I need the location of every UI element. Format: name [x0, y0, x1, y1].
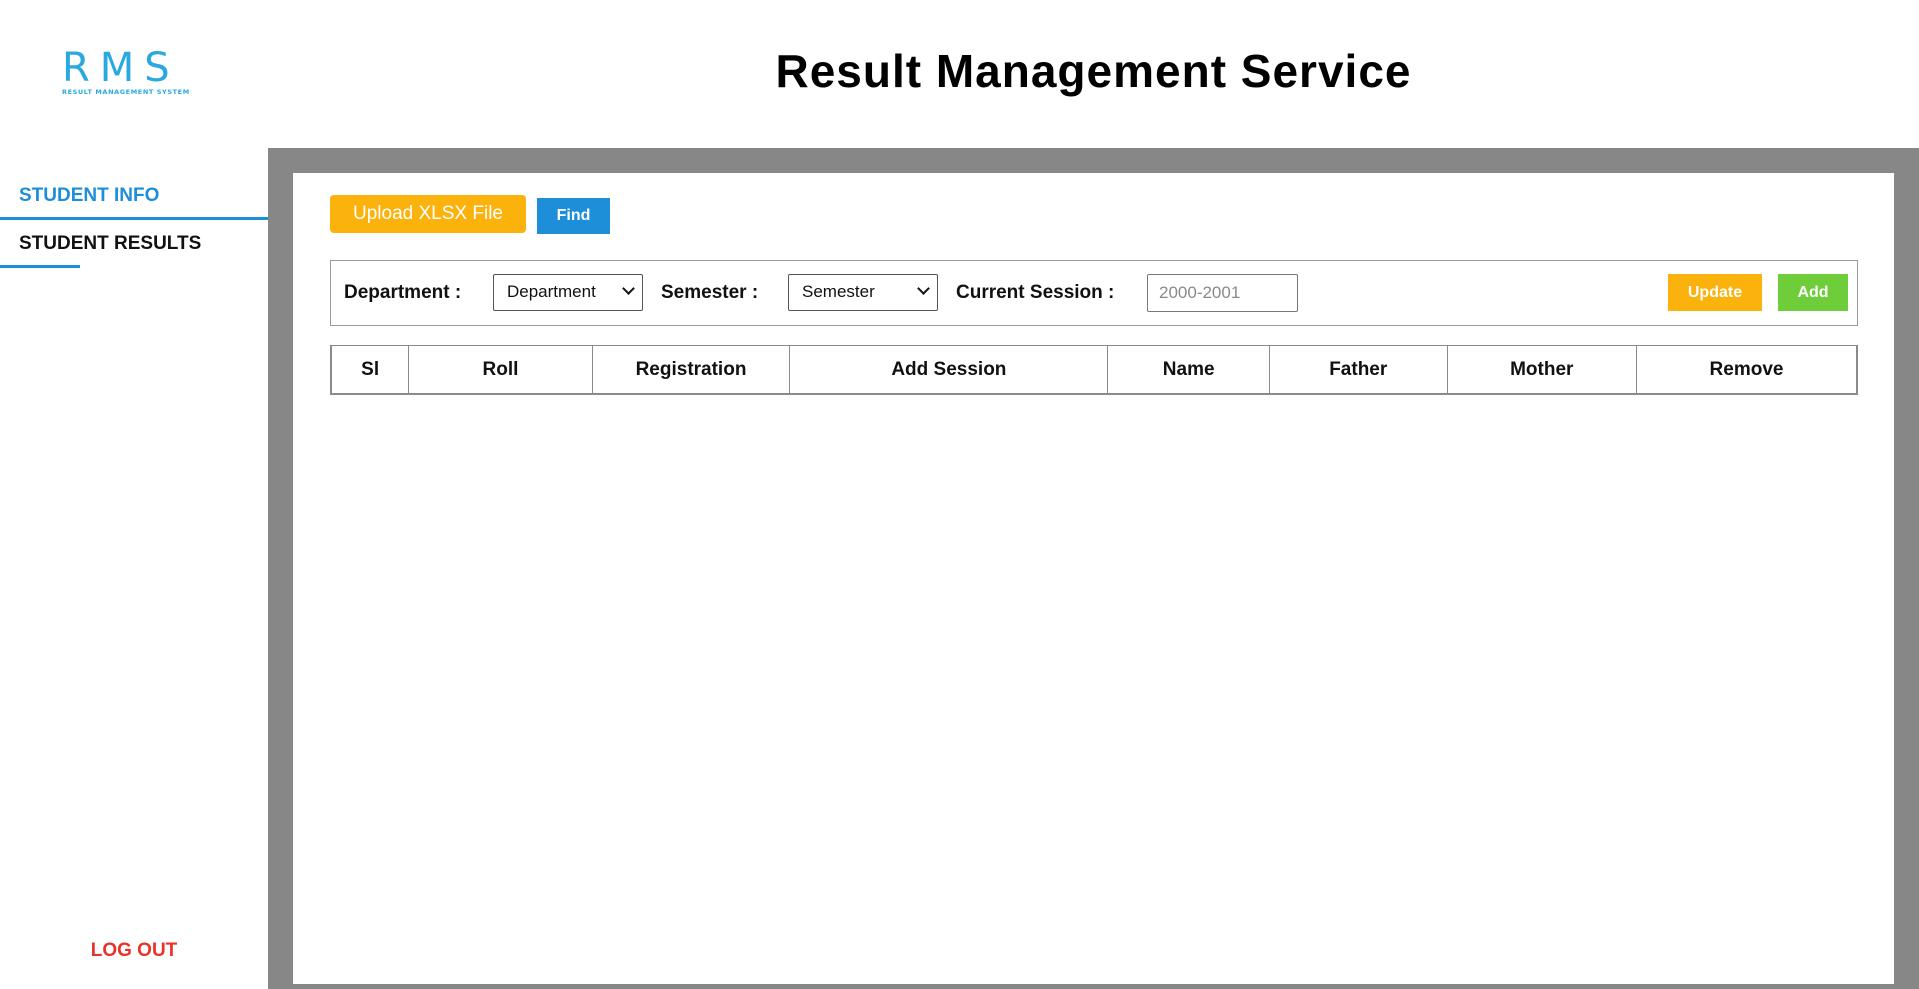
- content-panel: Upload XLSX File Find Department : Depar…: [293, 173, 1894, 984]
- chevron-down-icon: [622, 282, 635, 295]
- session-label: Current Session :: [956, 282, 1115, 303]
- column-header-add-session: Add Session: [789, 346, 1108, 393]
- chevron-down-icon: [917, 282, 930, 295]
- session-placeholder: 2000-2001: [1159, 283, 1241, 302]
- column-header-sl: Sl: [361, 358, 380, 380]
- active-tab-indicator: [0, 217, 268, 220]
- page-title: Result Management Service: [775, 45, 1412, 97]
- department-select[interactable]: Department: [493, 274, 643, 311]
- add-button[interactable]: Add: [1778, 274, 1848, 311]
- semester-select-value: Semester: [802, 282, 875, 301]
- main-frame: Upload XLSX File Find Department : Depar…: [268, 148, 1919, 989]
- table-header-row: Sl Roll Registration Add Session Name Fa…: [332, 346, 1856, 393]
- sidebar: STUDENT INFO STUDENT RESULTS LOG OUT: [0, 148, 268, 989]
- filter-bar: Department : Department Semester : Semes…: [330, 260, 1858, 326]
- semester-select[interactable]: Semester: [788, 274, 938, 311]
- students-table: Sl Roll Registration Add Session Name Fa…: [330, 345, 1858, 395]
- semester-label: Semester :: [661, 282, 759, 303]
- column-header-roll: Roll: [408, 346, 593, 393]
- sidebar-item-student-results[interactable]: STUDENT RESULTS: [19, 233, 201, 255]
- column-header-father: Father: [1268, 346, 1447, 393]
- department-select-value: Department: [507, 282, 596, 301]
- logo-text: RMS: [62, 45, 180, 91]
- column-header-remove: Remove: [1636, 346, 1856, 393]
- sidebar-item-student-info[interactable]: STUDENT INFO: [19, 185, 159, 207]
- hover-indicator: [0, 265, 80, 268]
- column-header-registration: Registration: [591, 346, 790, 393]
- logo-subtitle: RESULT MANAGEMENT SYSTEM: [62, 88, 190, 96]
- app-logo: RMS RESULT MANAGEMENT SYSTEM: [62, 45, 190, 96]
- upload-xlsx-button[interactable]: Upload XLSX File: [330, 195, 526, 233]
- column-header-mother: Mother: [1446, 346, 1637, 393]
- session-input[interactable]: 2000-2001: [1147, 274, 1298, 312]
- department-label: Department :: [344, 282, 462, 303]
- find-button[interactable]: Find: [537, 198, 610, 234]
- logout-button[interactable]: LOG OUT: [0, 940, 268, 962]
- update-button[interactable]: Update: [1668, 274, 1762, 311]
- column-header-name: Name: [1107, 346, 1270, 393]
